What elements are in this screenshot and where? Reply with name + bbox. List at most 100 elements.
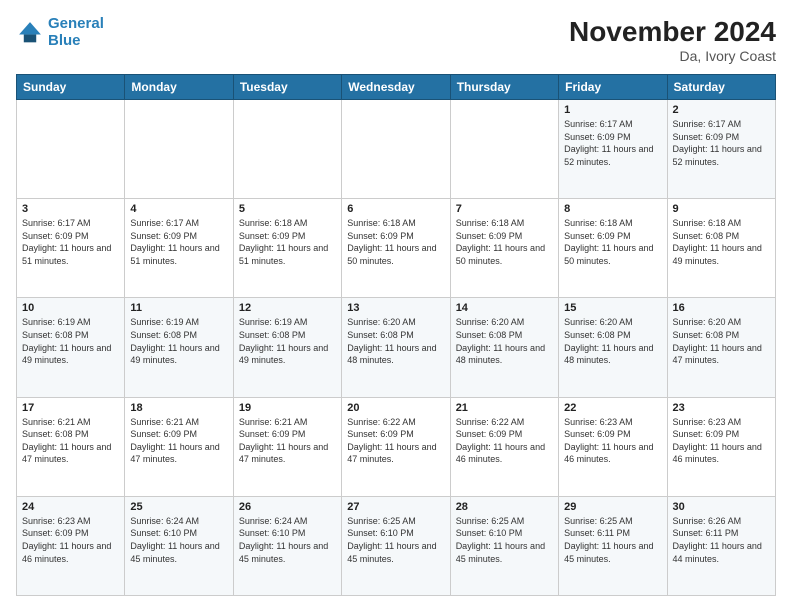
day-detail: Sunrise: 6:25 AM Sunset: 6:11 PM Dayligh… <box>564 515 661 565</box>
table-row: 14 Sunrise: 6:20 AM Sunset: 6:08 PM Dayli… <box>450 298 558 397</box>
calendar-week-row: 24 Sunrise: 6:23 AM Sunset: 6:09 PM Dayli… <box>17 496 776 595</box>
day-detail: Sunrise: 6:17 AM Sunset: 6:09 PM Dayligh… <box>130 217 227 267</box>
day-detail: Sunrise: 6:26 AM Sunset: 6:11 PM Dayligh… <box>673 515 770 565</box>
day-number: 20 <box>347 402 444 414</box>
day-number: 4 <box>130 203 227 215</box>
table-row: 2Sunrise: 6:17 AM Sunset: 6:09 PM Daylig… <box>667 100 775 199</box>
day-number: 28 <box>456 501 553 513</box>
table-row: 24 Sunrise: 6:23 AM Sunset: 6:09 PM Dayli… <box>17 496 125 595</box>
day-number: 26 <box>239 501 336 513</box>
logo-text: General Blue <box>48 16 104 49</box>
table-row: 6 Sunrise: 6:18 AM Sunset: 6:09 PM Daylig… <box>342 199 450 298</box>
calendar-table: Sunday Monday Tuesday Wednesday Thursday… <box>16 74 776 596</box>
calendar-week-row: 1 Sunrise: 6:17 AM Sunset: 6:09 PM Daylig… <box>17 100 776 199</box>
table-row: 3 Sunrise: 6:17 AM Sunset: 6:09 PM Daylig… <box>17 199 125 298</box>
day-detail: Sunrise: 6:20 AM Sunset: 6:08 PM Dayligh… <box>673 316 770 366</box>
day-number: 7 <box>456 203 553 215</box>
table-row <box>125 100 233 199</box>
table-row: 20 Sunrise: 6:22 AM Sunset: 6:09 PM Dayli… <box>342 397 450 496</box>
col-wednesday: Wednesday <box>342 75 450 100</box>
day-number: 18 <box>130 402 227 414</box>
day-detail: Sunrise: 6:25 AM Sunset: 6:10 PM Dayligh… <box>456 515 553 565</box>
day-detail: Sunrise: 6:19 AM Sunset: 6:08 PM Dayligh… <box>239 316 336 366</box>
table-row: 25 Sunrise: 6:24 AM Sunset: 6:10 PM Dayli… <box>125 496 233 595</box>
col-monday: Monday <box>125 75 233 100</box>
table-row: 21 Sunrise: 6:22 AM Sunset: 6:09 PM Dayli… <box>450 397 558 496</box>
day-number: 9 <box>673 203 770 215</box>
table-row: 28 Sunrise: 6:25 AM Sunset: 6:10 PM Dayli… <box>450 496 558 595</box>
day-number: 6 <box>347 203 444 215</box>
day-detail: Sunrise: 6:22 AM Sunset: 6:09 PM Dayligh… <box>456 416 553 466</box>
table-row: 22 Sunrise: 6:23 AM Sunset: 6:09 PM Dayli… <box>559 397 667 496</box>
day-detail: Sunrise: 6:21 AM Sunset: 6:09 PM Dayligh… <box>130 416 227 466</box>
day-detail: Sunrise: 6:24 AM Sunset: 6:10 PM Dayligh… <box>130 515 227 565</box>
table-row: 16 Sunrise: 6:20 AM Sunset: 6:08 PM Dayli… <box>667 298 775 397</box>
table-row: 12 Sunrise: 6:19 AM Sunset: 6:08 PM Dayli… <box>233 298 341 397</box>
table-row <box>450 100 558 199</box>
day-detail: Sunrise: 6:18 AM Sunset: 6:09 PM Dayligh… <box>347 217 444 267</box>
day-detail: Sunrise: 6:18 AM Sunset: 6:08 PM Dayligh… <box>673 217 770 267</box>
day-detail: Sunrise: 6:21 AM Sunset: 6:08 PM Dayligh… <box>22 416 119 466</box>
page: General Blue November 2024 Da, Ivory Coa… <box>0 0 792 612</box>
day-number: 3 <box>22 203 119 215</box>
calendar-week-row: 3 Sunrise: 6:17 AM Sunset: 6:09 PM Daylig… <box>17 199 776 298</box>
day-number: 24 <box>22 501 119 513</box>
table-row: 4 Sunrise: 6:17 AM Sunset: 6:09 PM Daylig… <box>125 199 233 298</box>
day-detail: Sunrise: 6:17 AM Sunset: 6:09 PM Dayligh… <box>22 217 119 267</box>
day-number: 29 <box>564 501 661 513</box>
day-number: 22 <box>564 402 661 414</box>
day-number: 11 <box>130 302 227 314</box>
day-number: 12 <box>239 302 336 314</box>
day-number: 19 <box>239 402 336 414</box>
day-number: 16 <box>673 302 770 314</box>
day-detail: Sunrise: 6:23 AM Sunset: 6:09 PM Dayligh… <box>564 416 661 466</box>
col-tuesday: Tuesday <box>233 75 341 100</box>
table-row: 23 Sunrise: 6:23 AM Sunset: 6:09 PM Dayli… <box>667 397 775 496</box>
table-row: 11 Sunrise: 6:19 AM Sunset: 6:08 PM Dayli… <box>125 298 233 397</box>
day-detail: Sunrise: 6:20 AM Sunset: 6:08 PM Dayligh… <box>564 316 661 366</box>
day-detail: Sunrise: 6:23 AM Sunset: 6:09 PM Dayligh… <box>22 515 119 565</box>
day-number: 1 <box>564 104 661 116</box>
table-row: 10Sunrise: 6:19 AM Sunset: 6:08 PM Dayli… <box>17 298 125 397</box>
month-title: November 2024 <box>569 16 776 48</box>
col-friday: Friday <box>559 75 667 100</box>
table-row: 1 Sunrise: 6:17 AM Sunset: 6:09 PM Daylig… <box>559 100 667 199</box>
table-row: 9 Sunrise: 6:18 AM Sunset: 6:08 PM Daylig… <box>667 199 775 298</box>
day-number: 5 <box>239 203 336 215</box>
table-row: 5 Sunrise: 6:18 AM Sunset: 6:09 PM Daylig… <box>233 199 341 298</box>
calendar-week-row: 17 Sunrise: 6:21 AM Sunset: 6:08 PM Dayli… <box>17 397 776 496</box>
table-row: 29 Sunrise: 6:25 AM Sunset: 6:11 PM Dayli… <box>559 496 667 595</box>
day-detail: Sunrise: 6:22 AM Sunset: 6:09 PM Dayligh… <box>347 416 444 466</box>
table-row <box>233 100 341 199</box>
title-block: November 2024 Da, Ivory Coast <box>569 16 776 64</box>
day-number: 21 <box>456 402 553 414</box>
table-row: 18 Sunrise: 6:21 AM Sunset: 6:09 PM Dayli… <box>125 397 233 496</box>
day-detail: Sunrise: 6:17 AM Sunset: 6:09 PM Dayligh… <box>564 118 661 168</box>
col-sunday: Sunday <box>17 75 125 100</box>
col-thursday: Thursday <box>450 75 558 100</box>
table-row: 13 Sunrise: 6:20 AM Sunset: 6:08 PM Dayli… <box>342 298 450 397</box>
day-detail: Sunrise: 6:19 AM Sunset: 6:08 PM Dayligh… <box>130 316 227 366</box>
day-detail: Sunrise: 6:24 AM Sunset: 6:10 PM Dayligh… <box>239 515 336 565</box>
header: General Blue November 2024 Da, Ivory Coa… <box>16 16 776 64</box>
day-number: 25 <box>130 501 227 513</box>
table-row: 7Sunrise: 6:18 AM Sunset: 6:09 PM Daylig… <box>450 199 558 298</box>
day-detail: Sunrise: 6:20 AM Sunset: 6:08 PM Dayligh… <box>347 316 444 366</box>
day-number: 13 <box>347 302 444 314</box>
day-number: 17 <box>22 402 119 414</box>
day-number: 10 <box>22 302 119 314</box>
day-detail: Sunrise: 6:20 AM Sunset: 6:08 PM Dayligh… <box>456 316 553 366</box>
day-number: 14 <box>456 302 553 314</box>
table-row: 27Sunrise: 6:25 AM Sunset: 6:10 PM Dayli… <box>342 496 450 595</box>
day-number: 23 <box>673 402 770 414</box>
logo-icon <box>16 19 44 47</box>
calendar-header-row: Sunday Monday Tuesday Wednesday Thursday… <box>17 75 776 100</box>
table-row: 26 Sunrise: 6:24 AM Sunset: 6:10 PM Dayli… <box>233 496 341 595</box>
day-detail: Sunrise: 6:21 AM Sunset: 6:09 PM Dayligh… <box>239 416 336 466</box>
table-row: 17 Sunrise: 6:21 AM Sunset: 6:08 PM Dayli… <box>17 397 125 496</box>
day-number: 2 <box>673 104 770 116</box>
day-detail: Sunrise: 6:18 AM Sunset: 6:09 PM Dayligh… <box>239 217 336 267</box>
day-detail: Sunrise: 6:23 AM Sunset: 6:09 PM Dayligh… <box>673 416 770 466</box>
table-row <box>17 100 125 199</box>
day-number: 15 <box>564 302 661 314</box>
